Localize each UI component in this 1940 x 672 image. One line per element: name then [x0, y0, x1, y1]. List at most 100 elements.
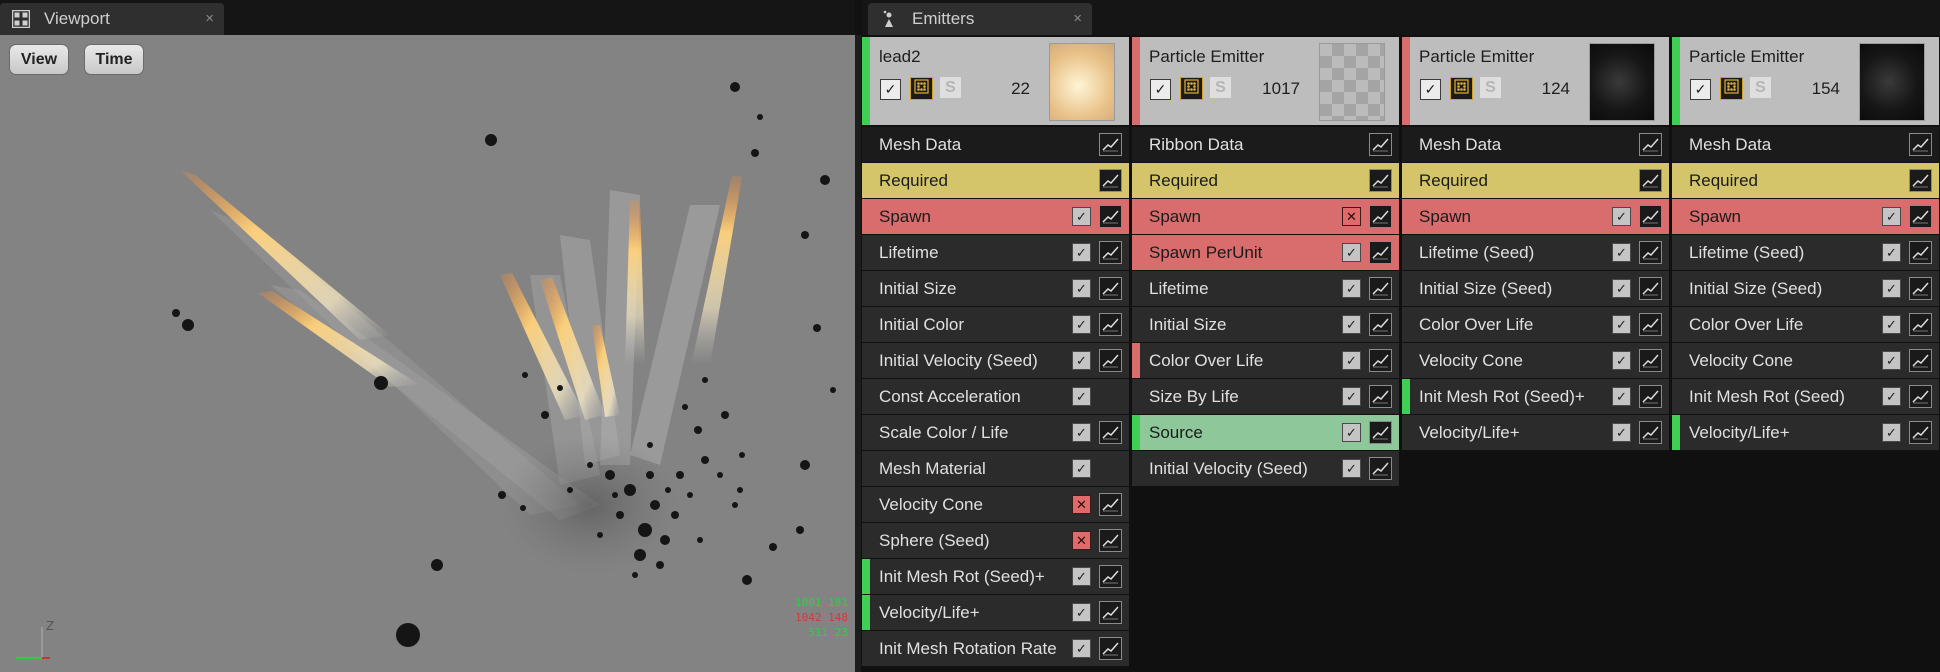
emitters-tab[interactable]: Emitters × — [868, 3, 1092, 35]
solo-toggle[interactable] — [1450, 77, 1473, 100]
solo-toggle[interactable] — [910, 77, 933, 100]
curve-editor-button[interactable] — [1099, 169, 1122, 192]
module-row[interactable]: Mesh Data — [1672, 127, 1939, 162]
curve-editor-button[interactable] — [1099, 637, 1122, 660]
close-icon[interactable]: × — [205, 10, 214, 27]
curve-editor-button[interactable] — [1909, 421, 1932, 444]
module-row[interactable]: Color Over Life ✓ — [1672, 307, 1939, 342]
lod-s-toggle[interactable]: S — [1480, 77, 1501, 98]
module-row[interactable]: Color Over Life ✓ — [1402, 307, 1669, 342]
module-enable-checkbox[interactable]: ✓ — [1342, 387, 1361, 406]
curve-editor-button[interactable] — [1369, 313, 1392, 336]
module-row[interactable]: Lifetime (Seed) ✓ — [1672, 235, 1939, 270]
curve-editor-button[interactable] — [1369, 457, 1392, 480]
module-enable-checkbox[interactable]: ✕ — [1072, 531, 1091, 550]
module-row[interactable]: Initial Size (Seed) ✓ — [1672, 271, 1939, 306]
module-row[interactable]: Initial Size ✓ — [1132, 307, 1399, 342]
module-enable-checkbox[interactable]: ✓ — [1612, 207, 1631, 226]
curve-editor-button[interactable] — [1639, 133, 1662, 156]
curve-editor-button[interactable] — [1909, 385, 1932, 408]
module-row[interactable]: Color Over Life ✓ — [1132, 343, 1399, 378]
module-row[interactable]: Init Mesh Rotation Rate ✓ — [862, 631, 1129, 666]
module-enable-checkbox[interactable]: ✓ — [1612, 351, 1631, 370]
module-row[interactable]: Mesh Material ✓ — [862, 451, 1129, 486]
module-enable-checkbox[interactable]: ✓ — [1342, 459, 1361, 478]
module-enable-checkbox[interactable]: ✓ — [1882, 315, 1901, 334]
module-row[interactable]: Sphere (Seed) ✕ — [862, 523, 1129, 558]
module-enable-checkbox[interactable]: ✓ — [1072, 423, 1091, 442]
module-row[interactable]: Init Mesh Rot (Seed)+ ✓ — [1402, 379, 1669, 414]
close-icon[interactable]: × — [1073, 10, 1082, 27]
module-row[interactable]: Velocity/Life+ ✓ — [1402, 415, 1669, 450]
curve-editor-button[interactable] — [1099, 601, 1122, 624]
curve-editor-button[interactable] — [1369, 421, 1392, 444]
module-row[interactable]: Required — [1132, 163, 1399, 198]
module-enable-checkbox[interactable]: ✓ — [1612, 423, 1631, 442]
module-row[interactable]: Velocity/Life+ ✓ — [1672, 415, 1939, 450]
emitter-header[interactable]: lead2 ✓ S 22 — [862, 37, 1129, 125]
module-row[interactable]: Source ✓ — [1132, 415, 1399, 450]
curve-editor-button[interactable] — [1099, 349, 1122, 372]
module-row[interactable]: Init Mesh Rot (Seed) ✓ — [1672, 379, 1939, 414]
curve-editor-button[interactable] — [1369, 349, 1392, 372]
module-enable-checkbox[interactable]: ✕ — [1342, 207, 1361, 226]
module-enable-checkbox[interactable]: ✓ — [1072, 315, 1091, 334]
module-row[interactable]: Velocity Cone ✕ — [862, 487, 1129, 522]
curve-editor-button[interactable] — [1639, 205, 1662, 228]
module-enable-checkbox[interactable]: ✓ — [1072, 351, 1091, 370]
emitter-enabled-checkbox[interactable]: ✓ — [880, 79, 901, 100]
solo-toggle[interactable] — [1720, 77, 1743, 100]
lod-s-toggle[interactable]: S — [940, 77, 961, 98]
module-row[interactable]: Velocity Cone ✓ — [1672, 343, 1939, 378]
module-row[interactable]: Spawn ✕ — [1132, 199, 1399, 234]
module-enable-checkbox[interactable]: ✓ — [1882, 243, 1901, 262]
view-button[interactable]: View — [9, 44, 69, 75]
curve-editor-button[interactable] — [1639, 385, 1662, 408]
module-row[interactable]: Lifetime ✓ — [862, 235, 1129, 270]
module-row[interactable]: Required — [1672, 163, 1939, 198]
module-row[interactable]: Velocity Cone ✓ — [1402, 343, 1669, 378]
module-enable-checkbox[interactable]: ✓ — [1072, 603, 1091, 622]
curve-editor-button[interactable] — [1099, 421, 1122, 444]
curve-editor-button[interactable] — [1639, 349, 1662, 372]
module-enable-checkbox[interactable]: ✓ — [1072, 207, 1091, 226]
module-enable-checkbox[interactable]: ✓ — [1882, 387, 1901, 406]
emitter-header[interactable]: Particle Emitter ✓ S 154 — [1672, 37, 1939, 125]
viewport-tab[interactable]: Viewport × — [0, 3, 224, 35]
module-row[interactable]: Spawn ✓ — [1672, 199, 1939, 234]
time-button[interactable]: Time — [84, 44, 144, 75]
curve-editor-button[interactable] — [1639, 277, 1662, 300]
curve-editor-button[interactable] — [1639, 241, 1662, 264]
module-enable-checkbox[interactable]: ✓ — [1342, 243, 1361, 262]
module-row[interactable]: Initial Color ✓ — [862, 307, 1129, 342]
curve-editor-button[interactable] — [1099, 133, 1122, 156]
curve-editor-button[interactable] — [1099, 241, 1122, 264]
curve-editor-button[interactable] — [1099, 529, 1122, 552]
module-row[interactable]: Initial Velocity (Seed) ✓ — [1132, 451, 1399, 486]
module-enable-checkbox[interactable]: ✓ — [1342, 351, 1361, 370]
module-row[interactable]: Ribbon Data — [1132, 127, 1399, 162]
curve-editor-button[interactable] — [1099, 493, 1122, 516]
module-row[interactable]: Initial Size ✓ — [862, 271, 1129, 306]
curve-editor-button[interactable] — [1099, 565, 1122, 588]
module-enable-checkbox[interactable]: ✓ — [1882, 279, 1901, 298]
emitter-header[interactable]: Particle Emitter ✓ S 1017 — [1132, 37, 1399, 125]
module-enable-checkbox[interactable]: ✓ — [1072, 279, 1091, 298]
module-row[interactable]: Lifetime (Seed) ✓ — [1402, 235, 1669, 270]
module-enable-checkbox[interactable]: ✓ — [1612, 315, 1631, 334]
module-enable-checkbox[interactable]: ✓ — [1612, 243, 1631, 262]
curve-editor-button[interactable] — [1639, 313, 1662, 336]
curve-editor-button[interactable] — [1909, 133, 1932, 156]
emitter-enabled-checkbox[interactable]: ✓ — [1420, 79, 1441, 100]
module-row[interactable]: Required — [1402, 163, 1669, 198]
module-enable-checkbox[interactable]: ✓ — [1342, 279, 1361, 298]
viewport[interactable]: Z View Time 1001 181 1042 148 511 23 — [0, 35, 855, 672]
module-row[interactable]: Lifetime ✓ — [1132, 271, 1399, 306]
curve-editor-button[interactable] — [1369, 277, 1392, 300]
module-row[interactable]: Spawn PerUnit ✓ — [1132, 235, 1399, 270]
curve-editor-button[interactable] — [1369, 133, 1392, 156]
emitter-header[interactable]: Particle Emitter ✓ S 124 — [1402, 37, 1669, 125]
curve-editor-button[interactable] — [1099, 277, 1122, 300]
module-enable-checkbox[interactable]: ✓ — [1342, 315, 1361, 334]
module-row[interactable]: Required — [862, 163, 1129, 198]
